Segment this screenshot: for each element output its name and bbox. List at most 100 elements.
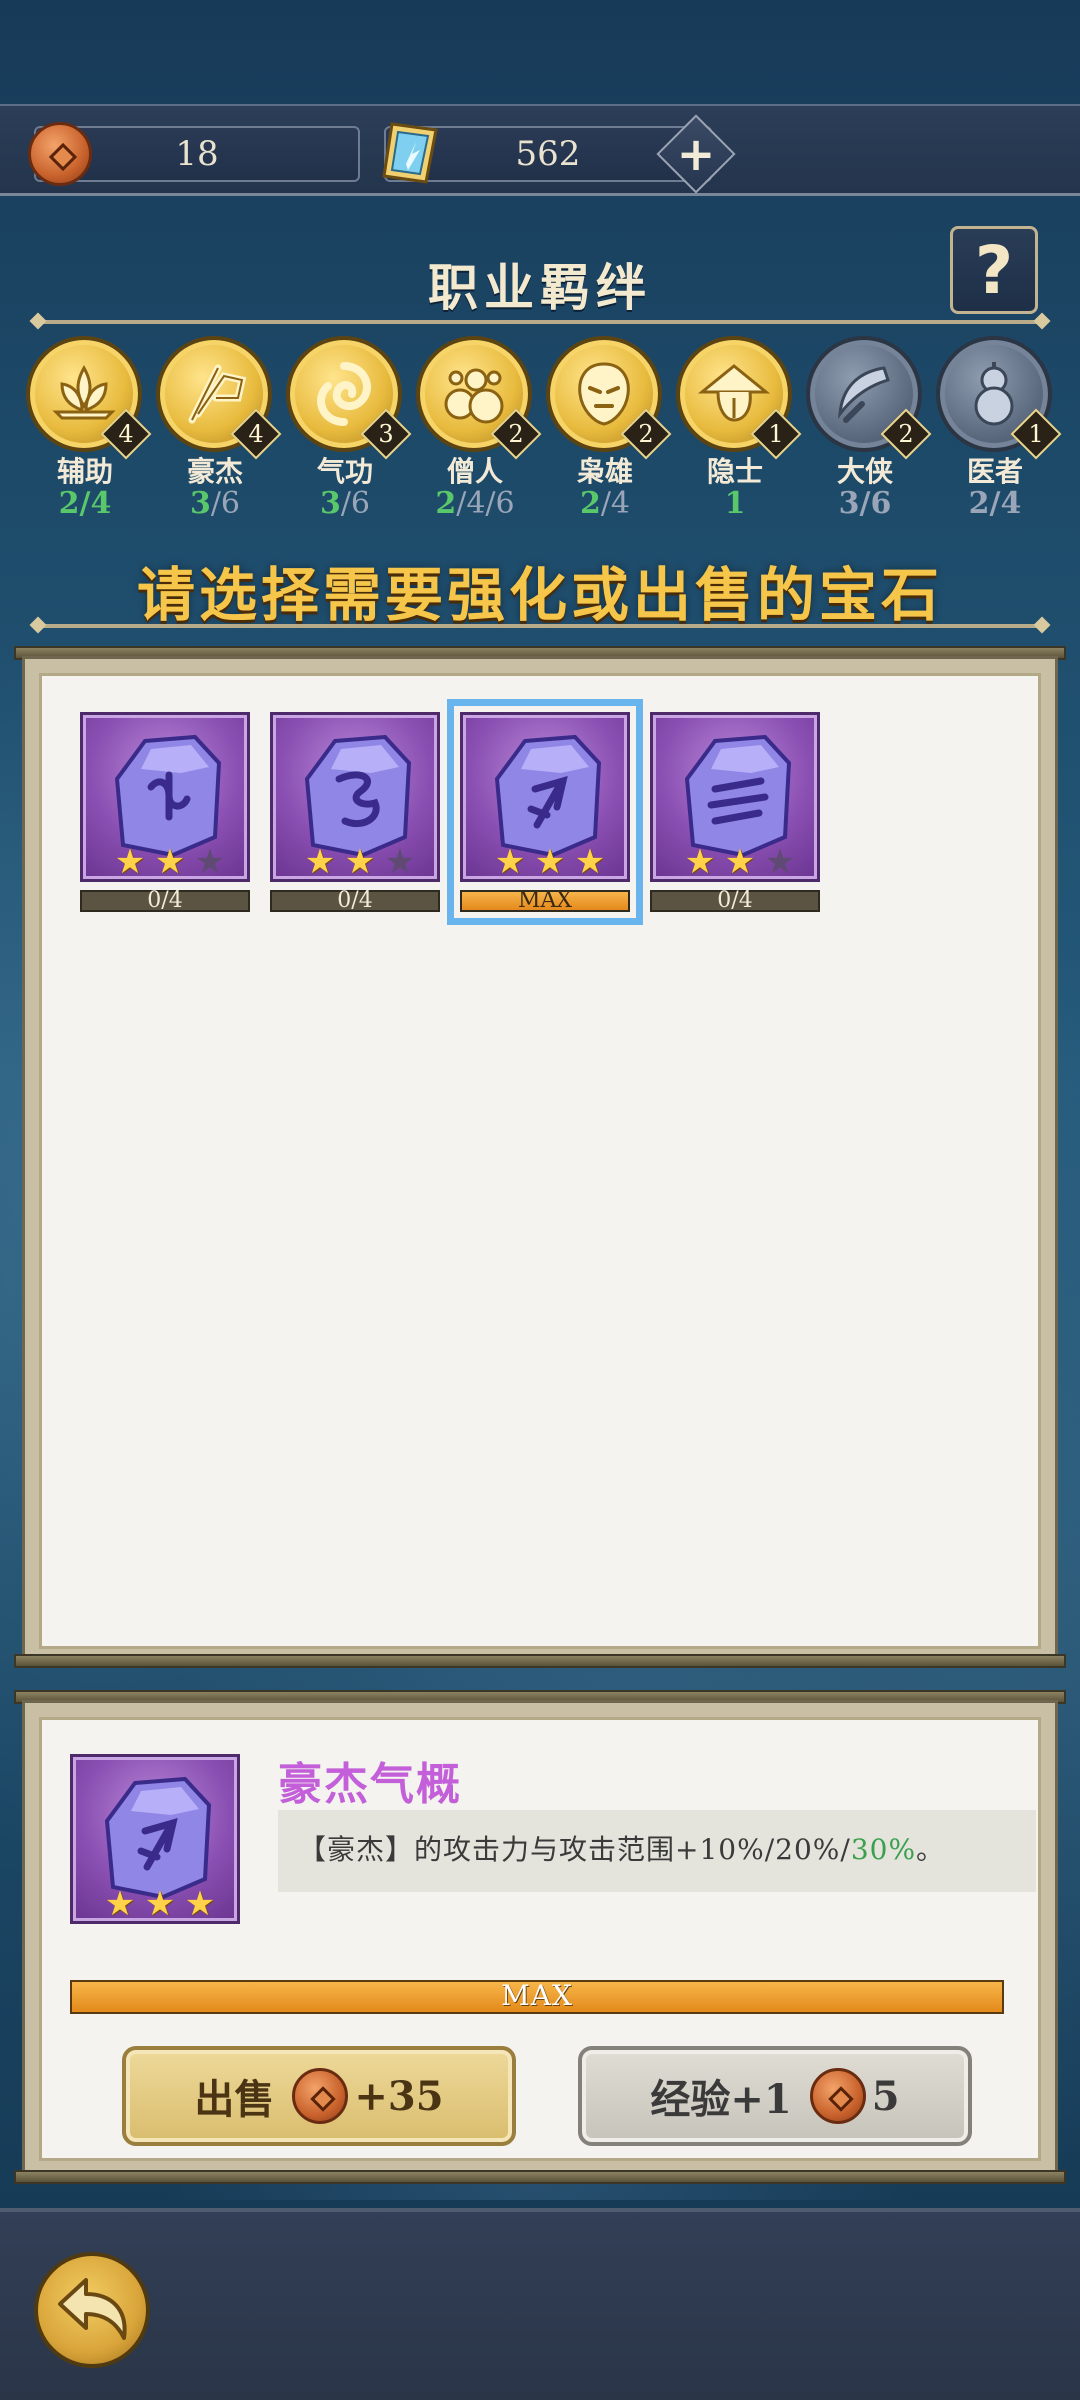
back-button[interactable] xyxy=(34,2252,150,2368)
star-icon: ★ xyxy=(494,842,526,882)
rune-1-icon xyxy=(114,734,222,858)
coin-icon xyxy=(809,2068,866,2124)
bond-progress: 3/6 xyxy=(838,486,892,521)
exp-cost: 5 xyxy=(871,2072,900,2120)
bond-item-monk[interactable]: 2 僧人 2/4/6 xyxy=(416,336,542,521)
scroll-rod xyxy=(14,1654,1066,1668)
star-icon: ★ xyxy=(574,842,606,882)
gem-slot[interactable]: ★ ★ ★ 0/4 xyxy=(650,712,820,912)
bond-progress: 2/4 xyxy=(579,486,631,521)
bond-progress: 2/4 xyxy=(58,486,112,521)
star-rating: ★ ★ ★ xyxy=(103,1887,217,1921)
bond-name: 豪杰 xyxy=(186,455,243,488)
coin-counter: 18 xyxy=(28,122,360,186)
star-rating: ★ ★ ★ xyxy=(303,845,417,879)
gem-slot[interactable]: ★ ★ ★ 0/4 xyxy=(80,712,250,912)
bond-progress: 2/4/6 xyxy=(435,486,515,521)
bond-progress: 2/4 xyxy=(968,486,1022,521)
bond-item-qigong[interactable]: 3 气功 3/6 xyxy=(286,336,412,521)
gem-description: 【豪杰】的攻击力与攻击范围+10%/20%/30%。 xyxy=(278,1810,1036,1892)
mask-icon: 2 xyxy=(546,336,672,460)
exp-label: 经验+1 xyxy=(650,2076,792,2123)
gem-slot[interactable]: ★ ★ ★ 0/4 xyxy=(270,712,440,912)
bond-item-knight[interactable]: 2 大侠 3/6 xyxy=(806,336,932,521)
star-icon: ★ xyxy=(104,1884,136,1924)
gem-card: ★ ★ ★ xyxy=(460,712,630,882)
gem-level: MAX xyxy=(460,890,630,912)
swirl-icon: 3 xyxy=(286,336,412,460)
bottom-bar xyxy=(0,2208,1080,2400)
gem-card: ★ ★ ★ xyxy=(80,712,250,882)
rune-4-icon xyxy=(684,734,792,858)
gem-name: 豪杰气概 xyxy=(278,1759,462,1810)
rune-3-icon xyxy=(104,1776,212,1900)
star-icon: ★ xyxy=(724,842,756,882)
back-arrow-icon xyxy=(58,2278,127,2340)
star-icon: ★ xyxy=(144,1884,176,1924)
star-icon: ★ xyxy=(194,842,226,882)
gem-grid: ★ ★ ★ 0/4 ★ ★ ★ 0/4 ★ ★ ★ MAX ★ ★ ★ 0/4 xyxy=(39,673,1041,1649)
bond-name: 辅助 xyxy=(56,455,113,488)
rune-3-icon xyxy=(494,734,602,858)
bond-name: 气功 xyxy=(316,455,373,488)
bond-name: 僧人 xyxy=(446,455,503,488)
sell-amount: +35 xyxy=(354,2072,444,2120)
divider xyxy=(38,624,1042,628)
divider xyxy=(38,320,1042,324)
star-rating: ★ ★ ★ xyxy=(683,845,797,879)
bond-item-hermit[interactable]: 1 隐士 1 xyxy=(676,336,802,521)
level-progress-bar: MAX xyxy=(70,1980,1004,2014)
gem-card: ★ ★ ★ xyxy=(650,712,820,882)
hermit-icon: 1 xyxy=(676,336,802,460)
gem-level: 0/4 xyxy=(270,890,440,912)
star-icon: ★ xyxy=(384,842,416,882)
blade-icon: 2 xyxy=(806,336,932,460)
gem-counter: 562 + xyxy=(382,114,736,194)
bond-item-support[interactable]: 4 辅助 2/4 xyxy=(26,336,152,521)
bond-progress: 3/6 xyxy=(319,486,371,521)
star-icon: ★ xyxy=(344,842,376,882)
detail-gem-card: ★ ★ ★ xyxy=(70,1754,240,1924)
help-button[interactable]: ? xyxy=(950,226,1038,314)
plus-icon: + xyxy=(676,127,716,181)
sell-label: 出售 xyxy=(194,2076,275,2123)
gem-card: ★ ★ ★ xyxy=(270,712,440,882)
crystal-icon xyxy=(382,122,438,184)
star-icon: ★ xyxy=(184,1884,216,1924)
exp-button[interactable]: 经验+1 5 xyxy=(578,2046,972,2146)
banner-icon: 4 xyxy=(156,336,282,460)
bond-name: 隐士 xyxy=(706,455,763,488)
scroll-rod xyxy=(14,2170,1066,2184)
star-icon: ★ xyxy=(154,842,186,882)
sell-button[interactable]: 出售 +35 xyxy=(122,2046,516,2146)
gem-inventory-panel: ★ ★ ★ 0/4 ★ ★ ★ 0/4 ★ ★ ★ MAX ★ ★ ★ 0/4 xyxy=(22,656,1058,1666)
bond-list: 4 辅助 2/4 4 豪杰 3/6 3 气功 3/6 2 僧人 2/4/6 2 … xyxy=(26,336,1066,526)
star-icon: ★ xyxy=(684,842,716,882)
star-icon: ★ xyxy=(304,842,336,882)
coin-amount: 18 xyxy=(175,134,219,174)
bond-name: 大侠 xyxy=(836,455,893,488)
bond-item-warlord[interactable]: 2 枭雄 2/4 xyxy=(546,336,672,521)
add-gems-button[interactable]: + xyxy=(656,114,736,194)
gem-level: 0/4 xyxy=(80,890,250,912)
beads-icon: 2 xyxy=(416,336,542,460)
star-rating: ★ ★ ★ xyxy=(113,845,227,879)
bond-progress: 1 xyxy=(724,486,746,521)
bond-item-healer[interactable]: 1 医者 2/4 xyxy=(936,336,1062,521)
bond-name: 医者 xyxy=(966,455,1023,488)
gem-level: 0/4 xyxy=(650,890,820,912)
star-icon: ★ xyxy=(114,842,146,882)
instruction-banner: 请选择需要强化或出售的宝石 xyxy=(136,561,943,629)
star-icon: ★ xyxy=(534,842,566,882)
coin-icon xyxy=(292,2068,349,2124)
star-rating: ★ ★ ★ xyxy=(493,845,607,879)
gourd-icon: 1 xyxy=(936,336,1062,460)
star-icon: ★ xyxy=(764,842,796,882)
currency-bar: 18 562 + xyxy=(0,104,1080,196)
coin-icon xyxy=(28,122,92,186)
bonds-title: 职业羁绊 xyxy=(428,258,652,317)
lotus-icon: 4 xyxy=(26,336,152,460)
bond-name: 枭雄 xyxy=(576,455,633,488)
bond-item-hero[interactable]: 4 豪杰 3/6 xyxy=(156,336,282,520)
gem-slot-selected[interactable]: ★ ★ ★ MAX xyxy=(447,699,643,925)
